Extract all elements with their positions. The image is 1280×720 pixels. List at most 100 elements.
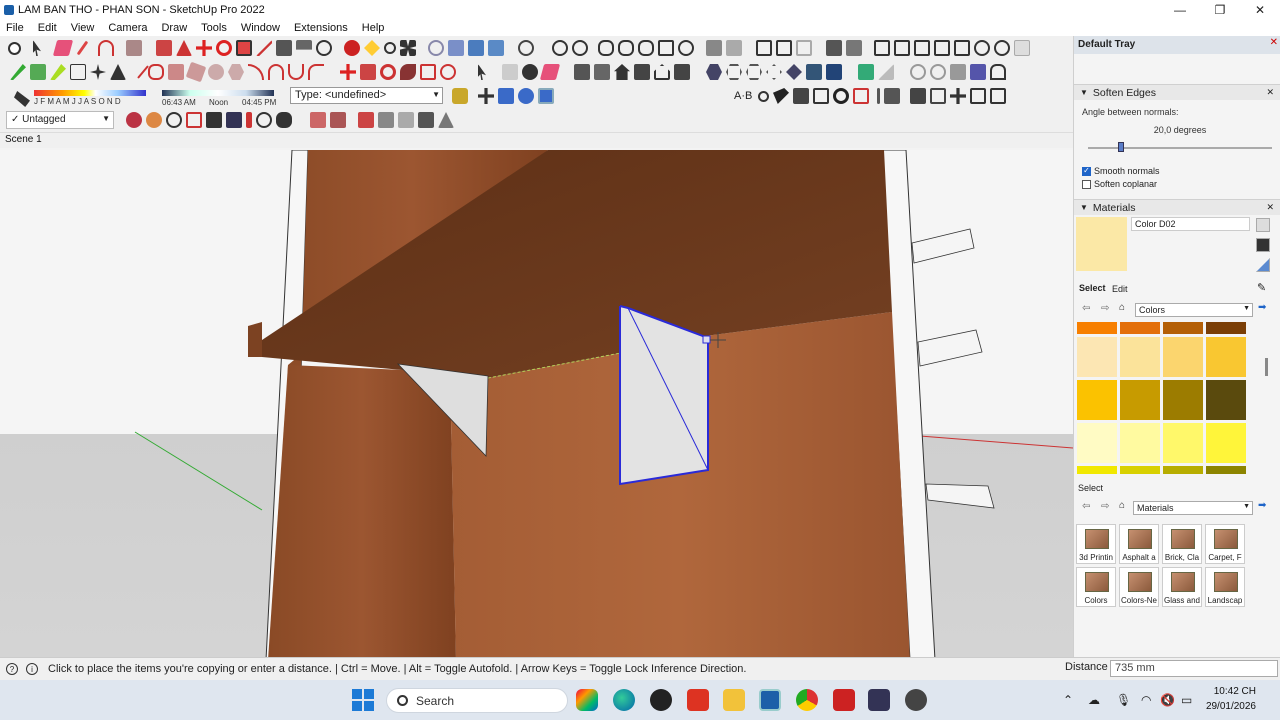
rotate-red-icon[interactable] xyxy=(380,64,396,80)
color-swatch[interactable] xyxy=(1163,322,1203,334)
axes-icon[interactable] xyxy=(90,64,106,80)
soften-edges-header[interactable]: ▼ Soften Edges ✕ xyxy=(1074,84,1280,100)
tab-edit[interactable]: Edit xyxy=(1112,284,1128,294)
wedge-icon[interactable] xyxy=(878,64,894,80)
library-dropdown[interactable]: Colors ▼ xyxy=(1135,303,1253,317)
microphone-icon[interactable]: 🎙 xyxy=(1116,693,1131,707)
file-explorer-icon[interactable] xyxy=(723,689,745,711)
category-thumb[interactable]: Carpet, F xyxy=(1205,524,1245,564)
two-point-arc-icon[interactable] xyxy=(268,64,284,80)
cursor-icon[interactable] xyxy=(793,88,809,104)
make-component-icon[interactable] xyxy=(502,64,518,80)
photo-icon[interactable] xyxy=(858,64,874,80)
solid-union-icon[interactable] xyxy=(552,40,568,56)
zoom-icon[interactable] xyxy=(8,41,21,55)
sandbox-icon[interactable] xyxy=(678,40,694,56)
category-thumb[interactable]: Asphalt a xyxy=(1119,524,1159,564)
tag-tool-icon[interactable] xyxy=(126,112,142,128)
speaker-muted-icon[interactable]: 🔇 xyxy=(1160,693,1175,707)
look-around-icon[interactable] xyxy=(796,40,812,56)
color-swatch[interactable] xyxy=(1120,380,1160,420)
category-thumb[interactable]: Colors xyxy=(1076,567,1116,607)
time-slider[interactable] xyxy=(162,90,274,96)
sketchup-taskbar-icon[interactable] xyxy=(759,689,781,711)
details-arrow-icon[interactable]: ➡ xyxy=(1258,302,1266,313)
copilot-icon[interactable] xyxy=(576,689,598,711)
category-thumb[interactable]: Colors-Ne xyxy=(1119,567,1159,607)
push-pull-icon[interactable] xyxy=(156,40,172,56)
orbit-icon[interactable] xyxy=(344,40,360,56)
color-swatch[interactable] xyxy=(1120,337,1160,377)
distribute-icon[interactable] xyxy=(884,88,900,104)
solid-split-icon[interactable] xyxy=(638,40,654,56)
dimension-icon[interactable] xyxy=(296,40,312,50)
help-icon[interactable]: ? xyxy=(6,663,18,675)
close-icon[interactable]: ✕ xyxy=(1270,37,1278,48)
previous-view-icon[interactable] xyxy=(206,112,222,128)
menu-edit[interactable]: Edit xyxy=(38,22,57,34)
circle-icon[interactable] xyxy=(208,64,224,80)
texture-icon[interactable] xyxy=(310,112,326,128)
color-swatch[interactable] xyxy=(1206,466,1246,474)
category-thumb[interactable]: Glass and xyxy=(1162,567,1202,607)
generate-report-icon[interactable] xyxy=(538,88,554,104)
view-front-icon[interactable] xyxy=(914,40,930,56)
zoom-extents-icon[interactable] xyxy=(400,40,416,56)
materials-header[interactable]: ▼ Materials ✕ xyxy=(1074,199,1280,215)
soften-coplanar-checkbox[interactable] xyxy=(1082,179,1091,189)
crosshair-icon[interactable] xyxy=(950,88,966,104)
arc-icon[interactable] xyxy=(98,40,114,56)
distance-input[interactable]: 735 mm xyxy=(1110,660,1278,677)
view-back-icon[interactable] xyxy=(954,40,970,56)
soften-coplanar-row[interactable]: Soften coplanar xyxy=(1074,177,1274,191)
interact-icon[interactable] xyxy=(478,88,494,104)
shadow-toggle-icon[interactable] xyxy=(14,91,30,107)
onedrive-icon[interactable]: ☁ xyxy=(1088,693,1100,707)
roof-5-icon[interactable] xyxy=(438,112,454,128)
eyedropper-icon[interactable]: ✎ xyxy=(1257,281,1266,294)
maximize-button[interactable]: ❐ xyxy=(1200,0,1240,20)
windows-start-icon[interactable] xyxy=(352,689,374,711)
menu-camera[interactable]: Camera xyxy=(108,22,147,34)
color-swatch[interactable] xyxy=(1206,322,1246,334)
move-icon[interactable] xyxy=(196,40,212,56)
menu-draw[interactable]: Draw xyxy=(161,22,187,34)
view-bottom-icon[interactable] xyxy=(994,40,1010,56)
scale-red-icon[interactable] xyxy=(420,64,436,80)
refresh-icon[interactable] xyxy=(833,88,849,104)
follow-me-icon[interactable] xyxy=(176,40,192,56)
component-options-icon[interactable] xyxy=(498,88,514,104)
menu-tools[interactable]: Tools xyxy=(201,22,227,34)
zoom-tool-icon[interactable] xyxy=(384,42,396,54)
style-back-edges-icon[interactable] xyxy=(846,40,862,56)
frame-icon[interactable] xyxy=(970,88,986,104)
pencil-icon[interactable] xyxy=(76,40,89,56)
month-slider[interactable] xyxy=(34,90,146,96)
align-icon[interactable] xyxy=(877,88,880,104)
pie-icon[interactable] xyxy=(308,64,324,80)
protractor-icon[interactable] xyxy=(276,40,292,56)
category-thumb[interactable]: Landscap xyxy=(1205,567,1245,607)
ab-label-icon[interactable]: A·B xyxy=(734,88,756,104)
color-swatch[interactable] xyxy=(1120,322,1160,334)
chrome-icon[interactable] xyxy=(796,689,818,711)
menu-help[interactable]: Help xyxy=(362,22,385,34)
tag-dropdown[interactable]: ✓ Untagged ▼ xyxy=(6,111,114,129)
secondary-library-dropdown[interactable]: Materials ▼ xyxy=(1133,501,1253,515)
angle-slider[interactable] xyxy=(1074,140,1280,156)
info-icon[interactable]: i xyxy=(26,663,38,675)
roof-4-icon[interactable] xyxy=(418,112,434,128)
taskbar-search[interactable]: Search xyxy=(386,688,568,713)
color-swatch[interactable] xyxy=(1077,322,1117,334)
style-icon[interactable] xyxy=(806,64,822,80)
tab-select[interactable]: Select xyxy=(1079,283,1106,293)
roof-3-icon[interactable] xyxy=(398,112,414,128)
style-xray-icon[interactable] xyxy=(826,40,842,56)
tape-measure-icon[interactable] xyxy=(256,40,272,56)
three-point-arc-icon[interactable] xyxy=(288,64,304,80)
dimension-2-icon[interactable] xyxy=(594,64,610,80)
rotated-rect-icon[interactable] xyxy=(185,61,207,83)
slider-thumb[interactable] xyxy=(1118,142,1125,152)
roof-2-icon[interactable] xyxy=(378,112,394,128)
color-swatch[interactable] xyxy=(1077,423,1117,463)
